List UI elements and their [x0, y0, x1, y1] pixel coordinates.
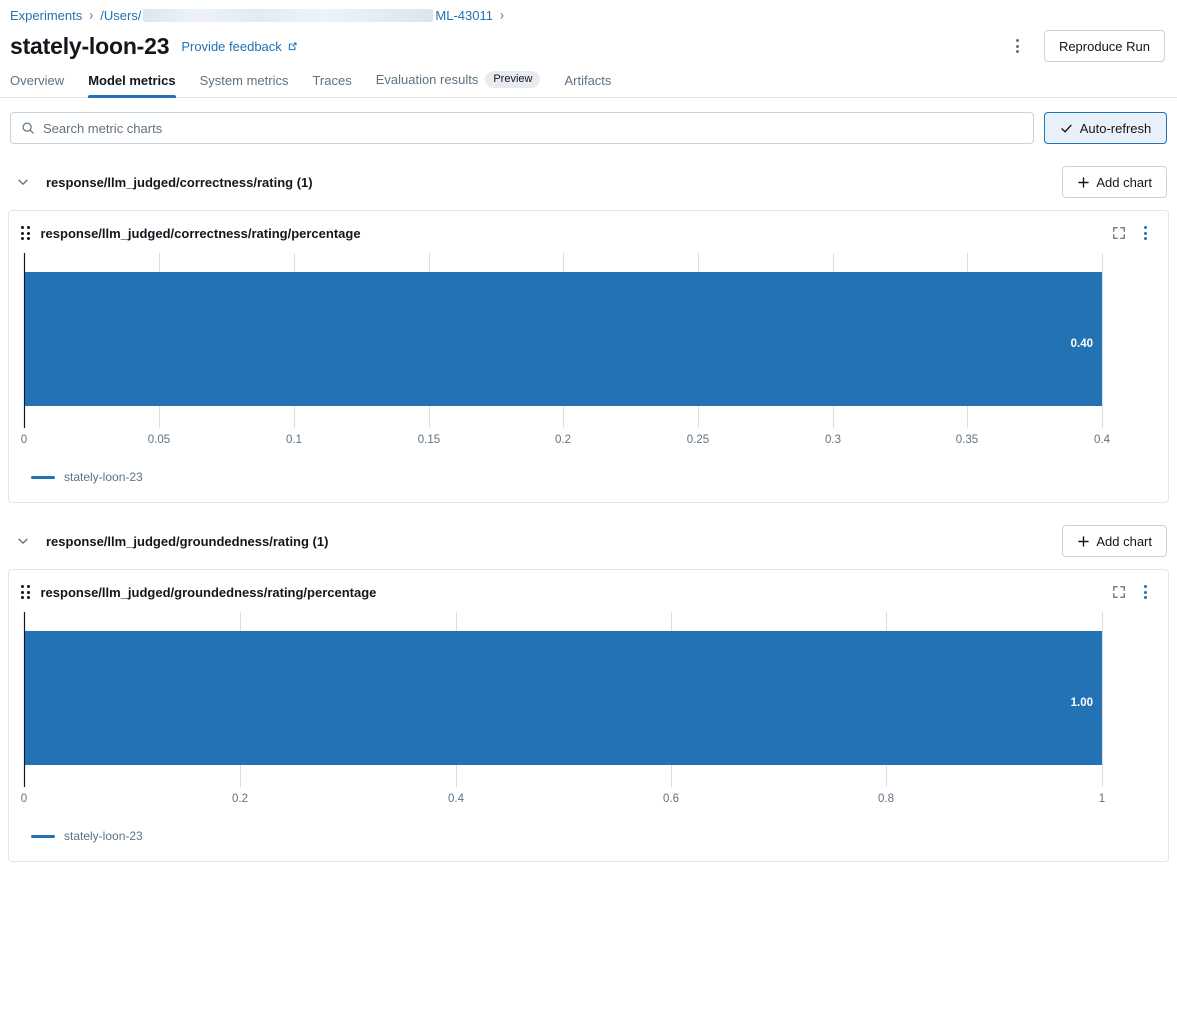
svg-text:0.15: 0.15	[418, 434, 440, 446]
chart-card-header-2: response/llm_judged/groundedness/rating/…	[9, 575, 1168, 609]
tab-artifacts-label: Artifacts	[564, 73, 612, 88]
tab-evaluation-results-label: Evaluation results	[375, 72, 479, 87]
bar-chart-svg-correctness: 0.40 0 0.05 0.1 0.15 0.2 0.25 0.3 0.35 0…	[21, 253, 1111, 446]
collapse-chevron-down-icon[interactable]	[10, 169, 36, 195]
legend-color-swatch	[31, 475, 55, 479]
tab-overview-label: Overview	[10, 73, 65, 88]
svg-text:0.6: 0.6	[663, 793, 679, 805]
svg-text:0.25: 0.25	[687, 434, 709, 446]
chart-plot-correctness[interactable]: 0.40 0 0.05 0.1 0.15 0.2 0.25 0.3 0.35 0…	[9, 250, 1168, 460]
chart-legend-groundedness[interactable]: stately-loon-23	[9, 819, 1168, 861]
metrics-toolbar: Auto-refresh	[0, 98, 1177, 144]
breadcrumb: Experiments › /Users/ ML-43011 ›	[0, 0, 1177, 24]
breadcrumb-redacted-path	[143, 8, 434, 22]
svg-text:0.4: 0.4	[1094, 434, 1111, 446]
add-chart-button-correctness[interactable]: Add chart	[1062, 166, 1167, 198]
search-icon	[22, 122, 34, 134]
vertical-dots-icon	[1016, 39, 1020, 42]
svg-text:0: 0	[21, 793, 27, 805]
auto-refresh-toggle[interactable]: Auto-refresh	[1044, 112, 1167, 144]
x-axis-tick-labels-2: 0 0.2 0.4 0.6 0.8 1	[21, 793, 1105, 805]
plus-icon-2	[1078, 535, 1090, 547]
drag-handle-icon[interactable]	[21, 226, 30, 240]
breadcrumb-separator-icon-2: ›	[500, 6, 504, 24]
add-chart-label: Add chart	[1096, 174, 1152, 190]
tab-overview[interactable]: Overview	[10, 73, 76, 97]
metric-group-title: response/llm_judged/correctness/rating (…	[46, 174, 313, 190]
chart-plot-groundedness[interactable]: 1.00 0 0.2 0.4 0.6 0.8 1	[9, 609, 1168, 819]
chart-title: response/llm_judged/correctness/rating/p…	[40, 225, 361, 241]
provide-feedback-link[interactable]: Provide feedback	[181, 39, 297, 54]
reproduce-run-button[interactable]: Reproduce Run	[1043, 30, 1165, 62]
check-icon	[1061, 124, 1072, 132]
chart-menu-button[interactable]	[1132, 220, 1158, 246]
chart-card-header: response/llm_judged/correctness/rating/p…	[9, 216, 1168, 250]
bar-value-label: 0.40	[1071, 338, 1093, 350]
chart-menu-button-2[interactable]	[1132, 579, 1158, 605]
chart-legend-correctness[interactable]: stately-loon-23	[9, 460, 1168, 502]
svg-text:0.2: 0.2	[555, 434, 571, 446]
bar-value-label-2: 1.00	[1071, 697, 1093, 709]
fullscreen-icon-2	[1113, 586, 1125, 598]
add-chart-button-groundedness[interactable]: Add chart	[1062, 525, 1167, 557]
tab-system-metrics[interactable]: System metrics	[188, 73, 301, 97]
legend-label: stately-loon-23	[64, 470, 143, 484]
bar-chart-svg-groundedness: 1.00 0 0.2 0.4 0.6 0.8 1	[21, 612, 1105, 805]
preview-badge: Preview	[485, 71, 541, 88]
page-title: stately-loon-23	[10, 32, 170, 59]
external-link-icon	[288, 41, 297, 50]
svg-text:0: 0	[21, 434, 27, 446]
breadcrumb-separator-icon: ›	[89, 6, 94, 24]
tab-traces-label: Traces	[312, 73, 352, 88]
svg-text:0.8: 0.8	[878, 793, 894, 805]
tab-bar: Overview Model metrics System metrics Tr…	[0, 62, 1177, 98]
tab-traces[interactable]: Traces	[300, 73, 363, 97]
search-box[interactable]	[10, 112, 1034, 144]
bar-stately-loon-23	[25, 272, 1102, 406]
tab-artifacts[interactable]: Artifacts	[552, 73, 623, 97]
vertical-dots-icon-2	[1143, 585, 1147, 599]
breadcrumb-item-ml-43011[interactable]: ML-43011	[435, 8, 493, 23]
chart-card-correctness: response/llm_judged/correctness/rating/p…	[8, 210, 1169, 503]
tab-evaluation-results[interactable]: Evaluation results Preview	[364, 71, 553, 97]
breadcrumb-item-users[interactable]: /Users/	[100, 8, 141, 23]
chart-fullscreen-button[interactable]	[1106, 220, 1132, 246]
svg-text:0.3: 0.3	[825, 434, 841, 446]
auto-refresh-label: Auto-refresh	[1079, 120, 1152, 136]
provide-feedback-label: Provide feedback	[181, 38, 282, 54]
svg-text:0.2: 0.2	[232, 793, 248, 805]
chart-card-groundedness: response/llm_judged/groundedness/rating/…	[8, 569, 1169, 862]
vertical-dots-icon	[1143, 226, 1147, 240]
search-input[interactable]	[43, 120, 1023, 136]
svg-text:0.35: 0.35	[956, 434, 978, 446]
legend-color-swatch-2	[31, 834, 55, 838]
svg-text:0.4: 0.4	[448, 793, 465, 805]
add-chart-label-2: Add chart	[1096, 533, 1152, 549]
metric-group-title-2: response/llm_judged/groundedness/rating …	[46, 533, 329, 549]
svg-text:1: 1	[1099, 793, 1105, 805]
fullscreen-icon	[1113, 227, 1125, 239]
page-header: stately-loon-23 Provide feedback Reprodu…	[0, 24, 1177, 62]
chart-title-2: response/llm_judged/groundedness/rating/…	[40, 584, 377, 600]
tab-model-metrics[interactable]: Model metrics	[76, 73, 187, 98]
collapse-chevron-down-icon-2[interactable]	[10, 528, 36, 554]
legend-label-2: stately-loon-23	[64, 829, 143, 843]
svg-text:0.1: 0.1	[286, 434, 302, 446]
plus-icon	[1078, 176, 1090, 188]
breadcrumb-item-experiments[interactable]: Experiments	[10, 8, 82, 23]
x-axis-tick-labels: 0 0.05 0.1 0.15 0.2 0.25 0.3 0.35 0.4	[21, 434, 1111, 446]
svg-text:0.05: 0.05	[148, 434, 170, 446]
header-overflow-menu-button[interactable]	[1004, 32, 1032, 60]
tab-system-metrics-label: System metrics	[199, 73, 289, 88]
metric-group-header-groundedness: response/llm_judged/groundedness/rating …	[0, 521, 1177, 561]
bar-stately-loon-23-2	[25, 631, 1102, 765]
metric-group-header-correctness: response/llm_judged/correctness/rating (…	[0, 162, 1177, 202]
drag-handle-icon-2[interactable]	[21, 585, 30, 599]
chart-fullscreen-button-2[interactable]	[1106, 579, 1132, 605]
tab-model-metrics-label: Model metrics	[88, 73, 176, 88]
